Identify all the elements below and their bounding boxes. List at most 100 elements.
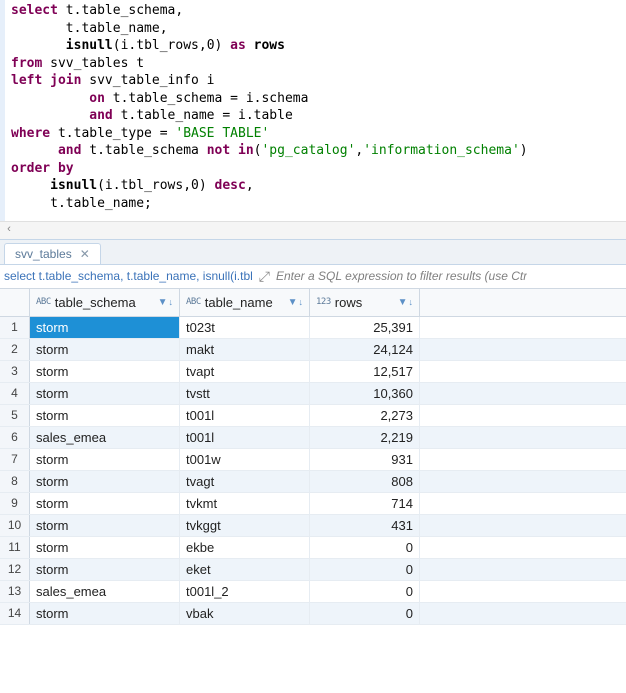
cell-table-schema[interactable]: storm bbox=[30, 603, 180, 624]
cell-table-schema[interactable]: storm bbox=[30, 405, 180, 426]
row-number[interactable]: 4 bbox=[0, 383, 30, 404]
cell-rows[interactable]: 431 bbox=[310, 515, 420, 536]
cell-rows[interactable]: 0 bbox=[310, 581, 420, 602]
cell-table-name[interactable]: tvkggt bbox=[180, 515, 310, 536]
cell-rows[interactable]: 12,517 bbox=[310, 361, 420, 382]
cell-table-schema[interactable]: storm bbox=[30, 361, 180, 382]
cell-table-name[interactable]: tvagt bbox=[180, 471, 310, 492]
funnel-icon[interactable]: ▼ bbox=[398, 297, 408, 308]
row-number[interactable]: 8 bbox=[0, 471, 30, 492]
cell-table-name[interactable]: t001l bbox=[180, 427, 310, 448]
cell-table-name[interactable]: eket bbox=[180, 559, 310, 580]
grid-header: ABC table_schema ▼ ↓ ABC table_name ▼ ↓ … bbox=[0, 289, 626, 317]
cell-table-name[interactable]: t023t bbox=[180, 317, 310, 338]
cell-rows[interactable]: 931 bbox=[310, 449, 420, 470]
table-row[interactable]: 2stormmakt24,124 bbox=[0, 339, 626, 361]
text-type-icon: ABC bbox=[186, 297, 201, 307]
cell-table-name[interactable]: t001l bbox=[180, 405, 310, 426]
row-number[interactable]: 5 bbox=[0, 405, 30, 426]
results-filter-bar: select t.table_schema, t.table_name, isn… bbox=[0, 265, 626, 289]
funnel-icon[interactable]: ▼ bbox=[158, 297, 168, 308]
table-row[interactable]: 5stormt001l2,273 bbox=[0, 405, 626, 427]
cell-table-name[interactable]: ekbe bbox=[180, 537, 310, 558]
row-header-corner[interactable] bbox=[0, 289, 30, 316]
row-number[interactable]: 14 bbox=[0, 603, 30, 624]
expand-icon[interactable]: ⤢ bbox=[259, 268, 270, 285]
editor-horizontal-scrollbar[interactable]: ‹ bbox=[0, 221, 626, 239]
row-number[interactable]: 6 bbox=[0, 427, 30, 448]
cell-table-name[interactable]: t001l_2 bbox=[180, 581, 310, 602]
table-row[interactable]: 6sales_emeat001l2,219 bbox=[0, 427, 626, 449]
cell-table-name[interactable]: t001w bbox=[180, 449, 310, 470]
sort-icon[interactable]: ↓ bbox=[409, 297, 414, 307]
cell-table-schema[interactable]: storm bbox=[30, 471, 180, 492]
cell-table-schema[interactable]: storm bbox=[30, 493, 180, 514]
table-row[interactable]: 13sales_emeat001l_20 bbox=[0, 581, 626, 603]
cell-table-name[interactable]: tvapt bbox=[180, 361, 310, 382]
cell-table-name[interactable]: vbak bbox=[180, 603, 310, 624]
row-number[interactable]: 7 bbox=[0, 449, 30, 470]
sort-icon[interactable]: ↓ bbox=[169, 297, 174, 307]
cell-table-schema[interactable]: storm bbox=[30, 537, 180, 558]
column-header-table-schema[interactable]: ABC table_schema ▼ ↓ bbox=[30, 289, 180, 316]
row-number[interactable]: 12 bbox=[0, 559, 30, 580]
column-label: table_name bbox=[205, 295, 286, 310]
filter-input[interactable]: Enter a SQL expression to filter results… bbox=[276, 269, 527, 283]
cell-table-schema[interactable]: storm bbox=[30, 383, 180, 404]
table-row[interactable]: 4stormtvstt10,360 bbox=[0, 383, 626, 405]
row-number[interactable]: 3 bbox=[0, 361, 30, 382]
cell-rows[interactable]: 24,124 bbox=[310, 339, 420, 360]
row-number[interactable]: 11 bbox=[0, 537, 30, 558]
cell-rows[interactable]: 2,219 bbox=[310, 427, 420, 448]
cell-table-schema[interactable]: storm bbox=[30, 339, 180, 360]
cell-table-schema[interactable]: sales_emea bbox=[30, 427, 180, 448]
table-row[interactable]: 9stormtvkmt714 bbox=[0, 493, 626, 515]
results-tabs: svv_tables ✕ bbox=[0, 239, 626, 265]
row-number[interactable]: 13 bbox=[0, 581, 30, 602]
sql-editor[interactable]: select t.table_schema, t.table_name, isn… bbox=[0, 0, 626, 221]
table-row[interactable]: 12stormeket0 bbox=[0, 559, 626, 581]
cell-rows[interactable]: 714 bbox=[310, 493, 420, 514]
table-row[interactable]: 1stormt023t25,391 bbox=[0, 317, 626, 339]
table-row[interactable]: 8stormtvagt808 bbox=[0, 471, 626, 493]
query-summary: select t.table_schema, t.table_name, isn… bbox=[4, 269, 253, 283]
column-label: table_schema bbox=[55, 295, 156, 310]
cell-rows[interactable]: 808 bbox=[310, 471, 420, 492]
results-grid: ABC table_schema ▼ ↓ ABC table_name ▼ ↓ … bbox=[0, 289, 626, 625]
cell-rows[interactable]: 0 bbox=[310, 603, 420, 624]
cell-rows[interactable]: 2,273 bbox=[310, 405, 420, 426]
table-row[interactable]: 7stormt001w931 bbox=[0, 449, 626, 471]
cell-table-schema[interactable]: storm bbox=[30, 449, 180, 470]
close-icon[interactable]: ✕ bbox=[80, 247, 90, 261]
table-row[interactable]: 10stormtvkggt431 bbox=[0, 515, 626, 537]
table-row[interactable]: 14stormvbak0 bbox=[0, 603, 626, 625]
row-number[interactable]: 9 bbox=[0, 493, 30, 514]
tab-svv-tables[interactable]: svv_tables ✕ bbox=[4, 243, 101, 264]
cell-rows[interactable]: 0 bbox=[310, 559, 420, 580]
tab-label: svv_tables bbox=[15, 247, 72, 261]
cell-rows[interactable]: 0 bbox=[310, 537, 420, 558]
text-type-icon: ABC bbox=[36, 297, 51, 307]
cell-table-name[interactable]: tvkmt bbox=[180, 493, 310, 514]
row-number[interactable]: 10 bbox=[0, 515, 30, 536]
cell-table-name[interactable]: tvstt bbox=[180, 383, 310, 404]
cell-table-schema[interactable]: storm bbox=[30, 317, 180, 338]
column-header-table-name[interactable]: ABC table_name ▼ ↓ bbox=[180, 289, 310, 316]
cell-table-schema[interactable]: storm bbox=[30, 515, 180, 536]
column-header-rows[interactable]: 123 rows ▼ ↓ bbox=[310, 289, 420, 316]
scroll-left-icon[interactable]: ‹ bbox=[0, 221, 18, 239]
cell-rows[interactable]: 25,391 bbox=[310, 317, 420, 338]
table-row[interactable]: 3stormtvapt12,517 bbox=[0, 361, 626, 383]
grid-body: 1stormt023t25,3912stormmakt24,1243stormt… bbox=[0, 317, 626, 625]
cell-rows[interactable]: 10,360 bbox=[310, 383, 420, 404]
table-row[interactable]: 11stormekbe0 bbox=[0, 537, 626, 559]
sort-icon[interactable]: ↓ bbox=[299, 297, 304, 307]
cell-table-name[interactable]: makt bbox=[180, 339, 310, 360]
row-number[interactable]: 2 bbox=[0, 339, 30, 360]
row-number[interactable]: 1 bbox=[0, 317, 30, 338]
cell-table-schema[interactable]: sales_emea bbox=[30, 581, 180, 602]
column-label: rows bbox=[335, 295, 396, 310]
cell-table-schema[interactable]: storm bbox=[30, 559, 180, 580]
number-type-icon: 123 bbox=[316, 297, 331, 307]
funnel-icon[interactable]: ▼ bbox=[288, 297, 298, 308]
